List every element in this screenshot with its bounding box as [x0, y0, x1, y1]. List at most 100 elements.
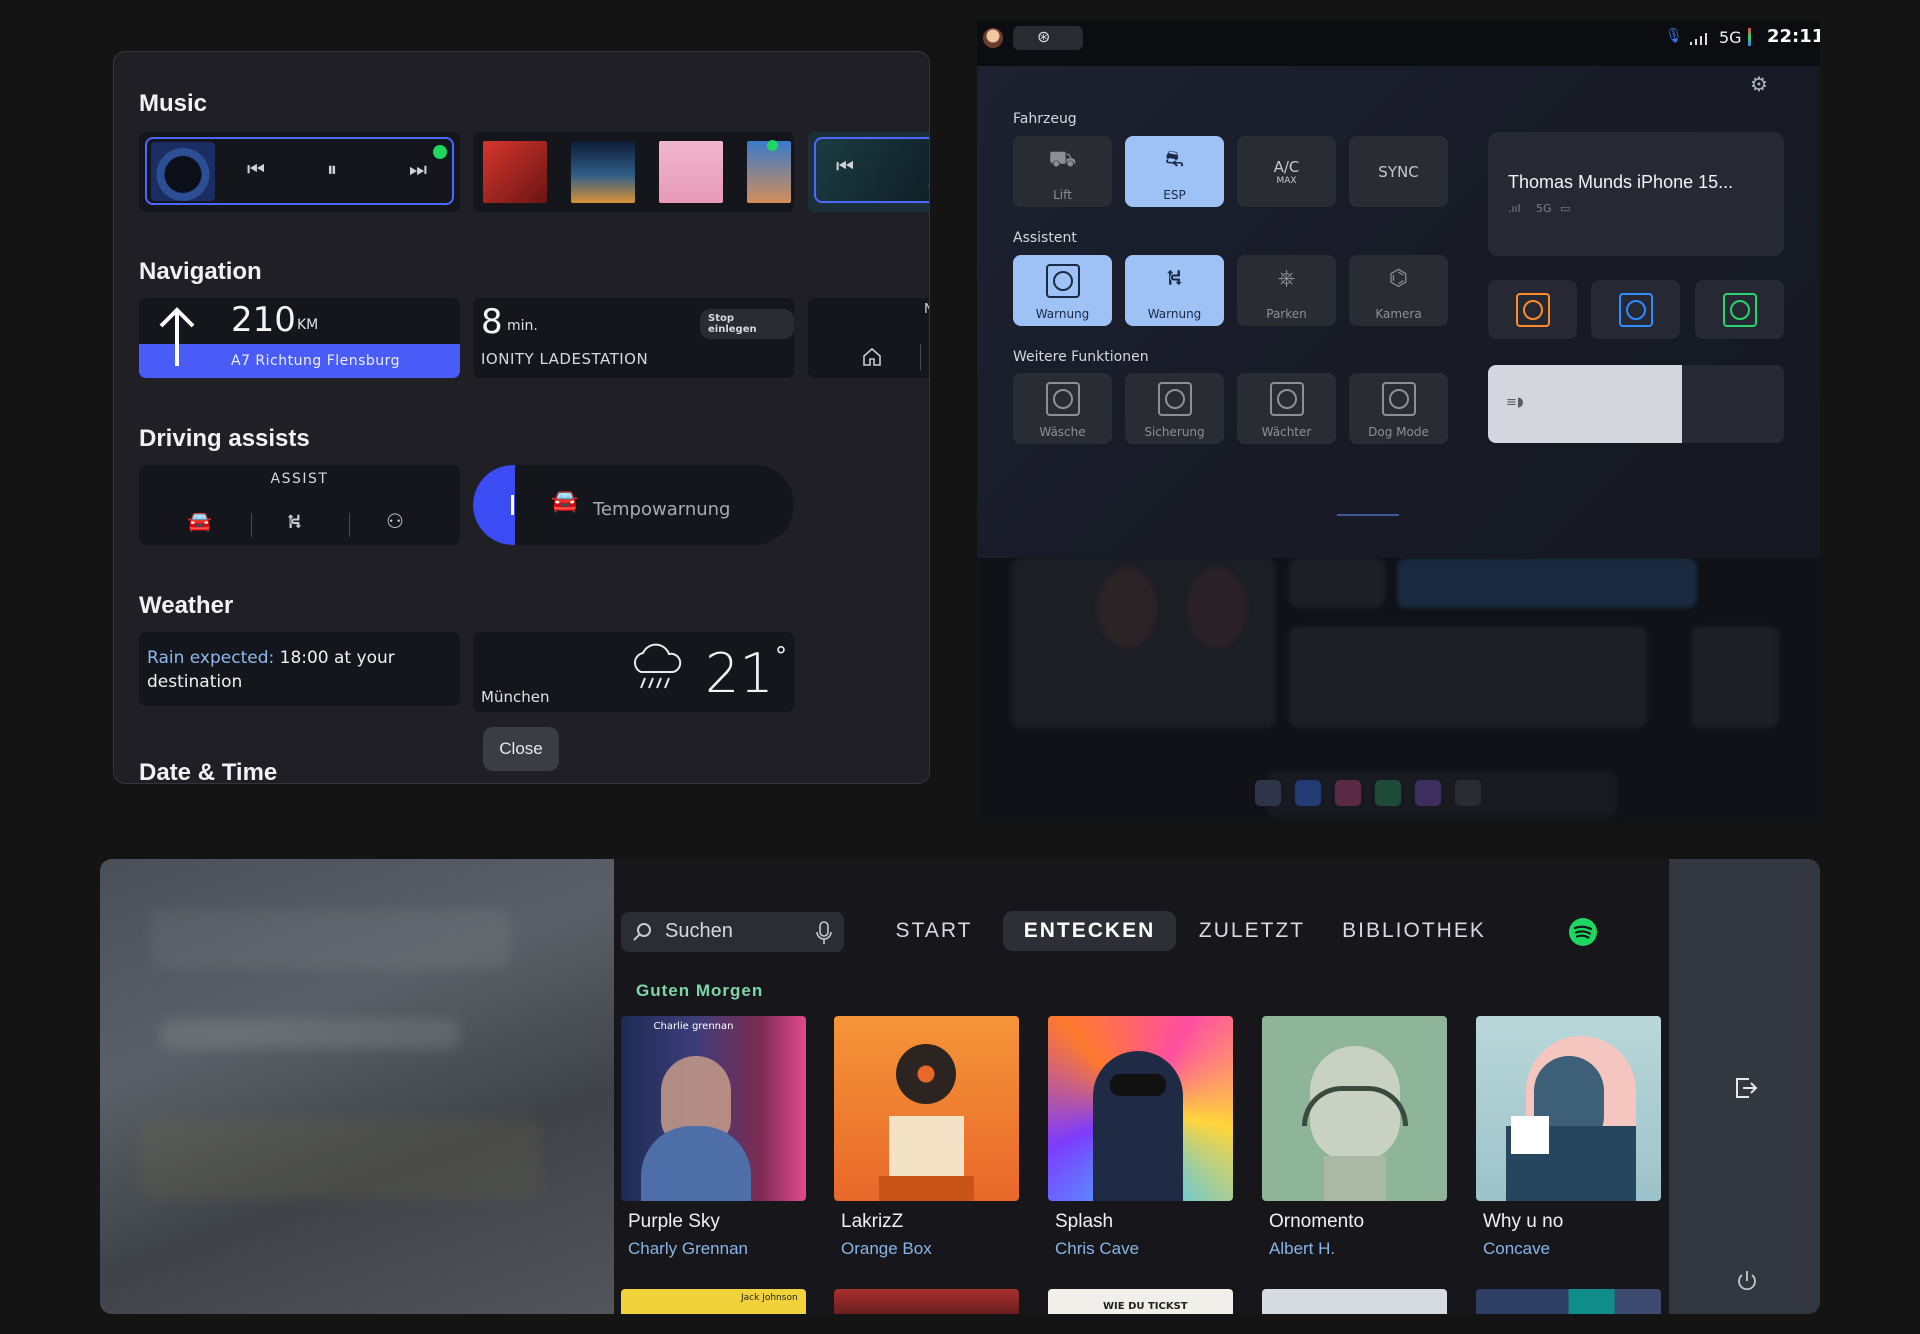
button-label: SYNC [1378, 162, 1419, 181]
eta-card[interactable]: 8 min. Stop einlegen IONITY LADESTATION [473, 298, 794, 378]
toggle-handle[interactable] [511, 495, 514, 515]
tab-entecken[interactable]: ENTECKEN [1003, 911, 1176, 951]
power-icon[interactable] [1735, 1269, 1759, 1293]
home-icon[interactable] [861, 346, 883, 368]
esp-button[interactable]: ⛐ ESP [1125, 136, 1224, 207]
kamera-button[interactable]: ⌬ Kamera [1349, 255, 1448, 326]
album-art-box [889, 1116, 964, 1178]
album-cover-next[interactable]: WIE DU TICKST [1048, 1289, 1233, 1314]
skip-previous-icon[interactable]: ⏮ [247, 157, 265, 181]
tile-icon [1515, 292, 1550, 327]
tab-start[interactable]: START [879, 911, 989, 951]
gear-icon[interactable]: ⚙ [1750, 72, 1768, 96]
weather-title: Weather [139, 592, 234, 619]
lane-assist-icon[interactable]: ⛕ [287, 509, 302, 536]
album-cover-purple-sky[interactable]: Charlie grennan [621, 1016, 806, 1201]
truncated-text: N [924, 302, 929, 317]
warnung-button-1[interactable]: Warnung [1013, 255, 1112, 326]
stop-einlegen-button[interactable]: Stop einlegen [700, 309, 794, 339]
album-thumb[interactable] [571, 141, 635, 203]
button-label: Wächter [1261, 425, 1312, 439]
album-thumb[interactable] [483, 141, 547, 203]
album-cover-text: Charlie grennan [653, 1021, 734, 1032]
tab-bibliothek[interactable]: BIBLIOTHEK [1332, 911, 1496, 951]
headlight-icon: ≡◗ [1506, 395, 1524, 410]
album-artist[interactable]: Orange Box [841, 1239, 932, 1259]
logout-icon[interactable] [1733, 1075, 1759, 1101]
skip-next-icon[interactable]: ⏭ [409, 157, 427, 181]
avatar[interactable] [983, 28, 1003, 48]
network-label: 5G [1719, 28, 1742, 47]
quick-tile-blue[interactable] [1591, 280, 1680, 339]
music-player-card-2[interactable]: ⏮ C [808, 132, 929, 212]
sicherung-button[interactable]: Sicherung [1125, 373, 1224, 444]
waesche-button[interactable]: Wäsche [1013, 373, 1112, 444]
album-cover-why-u-no[interactable] [1476, 1016, 1661, 1201]
microphone-icon: 🎙 [1665, 28, 1683, 44]
pause-icon[interactable]: ⏸ [327, 157, 337, 181]
navigation-route-card[interactable]: 210 KM A7 Richtung Flensburg [139, 298, 460, 378]
status-pill[interactable]: ⊛ [1013, 26, 1083, 50]
dog-mode-button[interactable]: Dog Mode [1349, 373, 1448, 444]
section-weitere-funktionen: Weitere Funktionen [1013, 349, 1149, 365]
spotify-icon[interactable] [1568, 917, 1598, 947]
album-artist[interactable]: Concave [1483, 1239, 1550, 1259]
album-cover-next[interactable] [834, 1289, 1019, 1314]
phone-card[interactable]: Thomas Munds iPhone 15... .ııl 5G ▭ [1488, 132, 1784, 256]
album-cover-splash[interactable] [1048, 1016, 1233, 1201]
music-player[interactable]: ⏮ C [814, 137, 929, 203]
sync-button[interactable]: SYNC [1349, 136, 1448, 207]
assist-card[interactable]: ASSIST 🚘 ⛕ ⚇ [139, 465, 460, 545]
temperature-value: 21 [705, 642, 774, 705]
spotify-app: Suchen START ENTECKEN ZULETZT BIBLIOTHEK… [100, 859, 1820, 1314]
album-cover-lakrizz[interactable] [834, 1016, 1019, 1201]
album-artist[interactable]: Chris Cave [1055, 1239, 1139, 1259]
speed-sign-car-icon[interactable]: 🚘 [187, 509, 212, 533]
skip-previous-icon[interactable]: ⏮ [836, 154, 854, 178]
phone-name: Thomas Munds iPhone 15... [1508, 172, 1734, 192]
eta-unit: min. [507, 318, 538, 334]
light-slider[interactable]: ≡◗ [1488, 365, 1784, 443]
blurred-shape [160, 1019, 460, 1049]
close-button[interactable]: Close [483, 727, 559, 771]
lift-button[interactable]: ⛟ Lift [1013, 136, 1112, 207]
album-cover-ornomento[interactable] [1262, 1016, 1447, 1201]
warnung-button-2[interactable]: ⛕ Warnung [1125, 255, 1224, 326]
album-art-base [879, 1176, 974, 1201]
album-title: LakrizZ [841, 1211, 904, 1232]
parken-button[interactable]: ⎈ Parken [1237, 255, 1336, 326]
search-icon [633, 923, 651, 941]
widget-panel: Music ⏮ ⏸ ⏭ ⏮ C Navigation 210 KM A7 Ric… [113, 51, 930, 784]
album-art-figure [641, 1126, 751, 1201]
nav-shortcut-card[interactable]: N [808, 298, 929, 378]
album-thumb[interactable] [659, 141, 723, 203]
microphone-icon[interactable] [815, 920, 833, 946]
album-cover-next[interactable]: Jack Johnson [621, 1289, 806, 1314]
divider [920, 344, 921, 370]
battery-icon [1748, 28, 1751, 46]
waechter-button[interactable]: Wächter [1237, 373, 1336, 444]
tile-icon [1618, 292, 1653, 327]
album-cover-next[interactable] [1476, 1289, 1661, 1314]
album-art-record [896, 1044, 956, 1104]
tab-zuletzt[interactable]: ZULETZT [1192, 911, 1312, 951]
album-artist[interactable]: Albert H. [1269, 1239, 1335, 1259]
album-cover-next[interactable] [1262, 1289, 1447, 1314]
album-artist[interactable]: Charly Grennan [628, 1239, 748, 1259]
search-bar[interactable]: Suchen [621, 912, 844, 952]
eta-value: 8 [481, 302, 503, 342]
quick-tile-orange[interactable] [1488, 280, 1577, 339]
greeting: Guten Morgen [636, 981, 764, 1000]
tempowarnung-toggle[interactable]: 🚘 Tempowarnung [473, 465, 794, 545]
quick-tile-green[interactable] [1695, 280, 1784, 339]
spotify-icon [767, 140, 778, 151]
ac-max-button[interactable]: A/C MAX [1237, 136, 1336, 207]
music-player-card[interactable]: ⏮ ⏸ ⏭ [139, 132, 460, 212]
button-label: Sicherung [1144, 425, 1205, 439]
music-player[interactable]: ⏮ ⏸ ⏭ [145, 137, 454, 205]
driver-monitor-icon[interactable]: ⚇ [386, 509, 404, 533]
recent-albums-card[interactable] [473, 132, 794, 212]
album-title: Splash [1055, 1211, 1114, 1232]
car-lift-icon: ⛟ [1048, 147, 1077, 172]
search-placeholder: Suchen [665, 920, 733, 942]
